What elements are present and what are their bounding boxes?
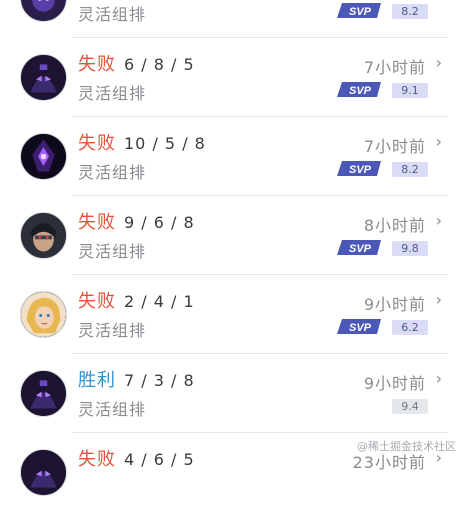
watermark: @稀土掘金技术社区 bbox=[357, 440, 456, 453]
hero-purple-mask-avatar bbox=[20, 54, 67, 101]
match-result: 胜利 bbox=[78, 370, 116, 391]
svp-badge-icon: SVP bbox=[336, 318, 382, 335]
match-title: 失败 9 / 6 / 8 bbox=[78, 210, 195, 236]
match-title: 失败 4 / 6 / 5 bbox=[78, 447, 195, 473]
match-history-list: 灵活组排 SVP 8.2 失败 6 / 8 / 5 灵活组排 7小时前 › SVP… bbox=[0, 0, 460, 512]
match-mode: 灵活组排 bbox=[78, 163, 147, 182]
match-time: 7小时前 bbox=[363, 137, 426, 156]
match-title: 失败 10 / 5 / 8 bbox=[78, 131, 206, 157]
match-title: 失败 6 / 8 / 5 bbox=[78, 52, 195, 78]
svp-label: SVP bbox=[349, 322, 372, 334]
chevron-right-icon: › bbox=[435, 369, 442, 388]
match-mode: 灵活组排 bbox=[78, 84, 147, 103]
match-kda: 7 / 3 / 8 bbox=[124, 371, 195, 390]
match-row[interactable]: 失败 10 / 5 / 8 灵活组排 7小时前 › SVP 8.2 bbox=[0, 117, 460, 196]
svp-badge-icon: SVP bbox=[336, 239, 382, 256]
match-time: 7小时前 bbox=[363, 58, 426, 77]
match-kda: 10 / 5 / 8 bbox=[124, 134, 206, 153]
match-score-badge: 8.2 bbox=[392, 162, 428, 177]
match-mode: 灵活组排 bbox=[78, 5, 147, 24]
svp-label: SVP bbox=[349, 85, 372, 97]
match-score-badge: 9.8 bbox=[392, 241, 428, 256]
match-time: 8小时前 bbox=[363, 216, 426, 235]
hero-purple-mask-avatar bbox=[20, 370, 67, 417]
match-score-badge: 9.1 bbox=[392, 83, 428, 98]
svp-label: SVP bbox=[349, 6, 372, 18]
match-score-badge: 6.2 bbox=[392, 320, 428, 335]
hero-purple-mask-avatar bbox=[20, 449, 67, 496]
svp-badge-icon: SVP bbox=[336, 2, 382, 19]
match-title: 失败 2 / 4 / 1 bbox=[78, 289, 195, 315]
match-mode: 灵活组排 bbox=[78, 400, 147, 419]
match-row[interactable]: 失败 2 / 4 / 1 灵活组排 9小时前 › SVP 6.2 bbox=[0, 275, 460, 354]
match-row[interactable]: 失败 6 / 8 / 5 灵活组排 7小时前 › SVP 9.1 bbox=[0, 38, 460, 117]
hero-blonde-avatar bbox=[20, 291, 67, 338]
chevron-right-icon: › bbox=[435, 211, 442, 230]
hero-dark-hunter-avatar bbox=[20, 212, 67, 259]
match-result: 失败 bbox=[78, 133, 116, 154]
svp-label: SVP bbox=[349, 164, 372, 176]
hero-violet-flame-avatar bbox=[20, 133, 67, 180]
match-score-badge: 8.2 bbox=[392, 4, 428, 19]
match-mode: 灵活组排 bbox=[78, 242, 147, 261]
match-time: 9小时前 bbox=[363, 374, 426, 393]
match-row[interactable]: 胜利 7 / 3 / 8 灵活组排 9小时前 › 9.4 bbox=[0, 354, 460, 433]
svp-badge-icon: SVP bbox=[336, 160, 382, 177]
match-result: 失败 bbox=[78, 54, 116, 75]
match-score-badge: 9.4 bbox=[392, 399, 428, 414]
match-time: 9小时前 bbox=[363, 295, 426, 314]
match-mode: 灵活组排 bbox=[78, 321, 147, 340]
match-kda: 2 / 4 / 1 bbox=[124, 292, 195, 311]
match-row[interactable]: 灵活组排 SVP 8.2 bbox=[0, 0, 460, 38]
match-title: 胜利 7 / 3 / 8 bbox=[78, 368, 195, 394]
hero-purple-avatar bbox=[20, 0, 67, 22]
svp-badge-icon: SVP bbox=[336, 81, 382, 98]
chevron-right-icon: › bbox=[435, 53, 442, 72]
match-result: 失败 bbox=[78, 291, 116, 312]
svp-label: SVP bbox=[349, 243, 372, 255]
match-result: 失败 bbox=[78, 212, 116, 233]
match-kda: 6 / 8 / 5 bbox=[124, 55, 195, 74]
match-row[interactable]: 失败 9 / 6 / 8 灵活组排 8小时前 › SVP 9.8 bbox=[0, 196, 460, 275]
match-kda: 9 / 6 / 8 bbox=[124, 213, 195, 232]
chevron-right-icon: › bbox=[435, 132, 442, 151]
chevron-right-icon: › bbox=[435, 290, 442, 309]
